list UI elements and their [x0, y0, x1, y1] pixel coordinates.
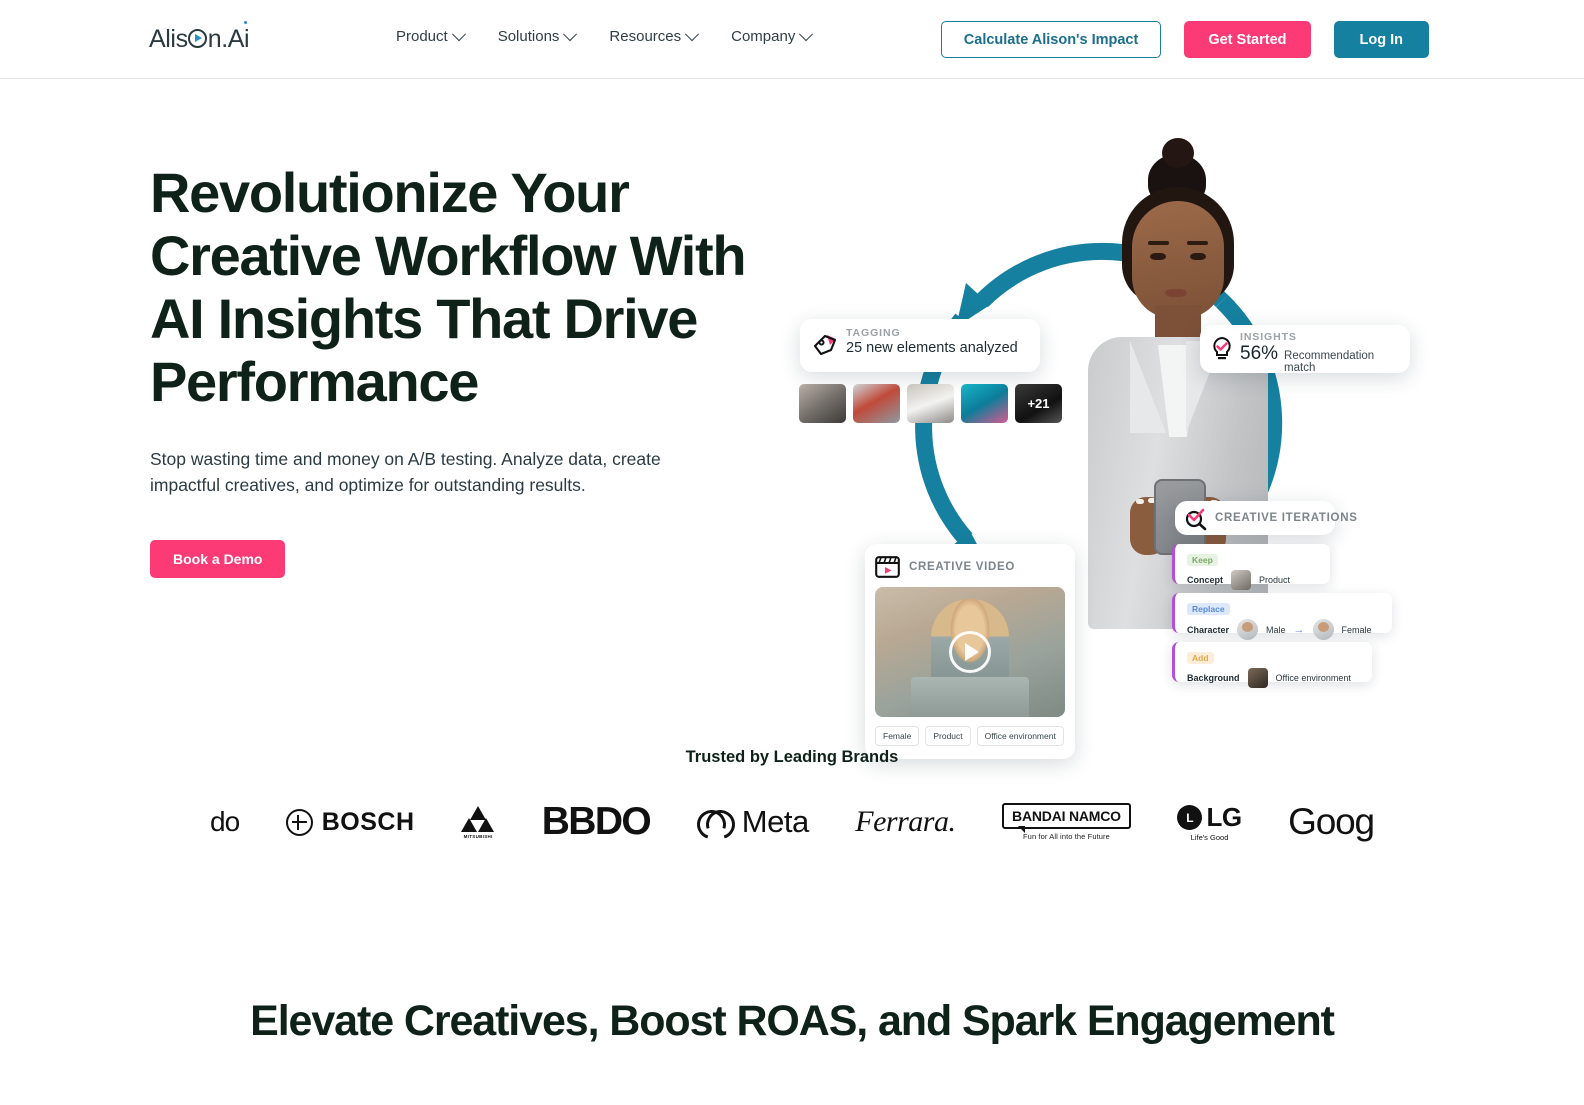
- laptop: [911, 677, 1029, 717]
- brand-tagline: Fun for All into the Future: [1023, 832, 1110, 841]
- tagging-value: 25 new elements analyzed: [846, 340, 1018, 356]
- iteration-to: Female: [1341, 624, 1372, 635]
- brand-label: BOSCH: [321, 807, 415, 836]
- hero-subtitle: Stop wasting time and money on A/B testi…: [150, 449, 661, 495]
- logo-text-pre: Alis: [149, 25, 188, 53]
- iteration-key: Character: [1187, 624, 1230, 635]
- brand-logo-ferrara: Ferrara.: [855, 805, 956, 838]
- tagging-card: TAGGING 25 new elements analyzed: [800, 319, 1040, 372]
- brands-section: Trusted by Leading Brands do BOSCH MITSU…: [0, 739, 1584, 889]
- tagged-thumbnails: +21: [799, 384, 1062, 423]
- iteration-from: Male: [1266, 624, 1286, 635]
- chevron-down-icon: [451, 26, 466, 41]
- iteration-row: Add Background Office environment: [1172, 642, 1372, 688]
- brand-logo-bandai-namco: BANDAI NAMCO Fun for All into the Future: [1002, 803, 1131, 841]
- bosch-mark-icon: [285, 808, 313, 836]
- brand-logo-meta: Meta: [697, 804, 809, 840]
- thumbnail[interactable]: [853, 384, 900, 423]
- magnifier-check-icon: [1185, 508, 1207, 531]
- nav-item-resources[interactable]: Resources: [609, 26, 700, 45]
- iteration-badge: Replace: [1187, 603, 1230, 615]
- thumbnail[interactable]: [961, 384, 1008, 423]
- logo-text-post: n.Ai: [207, 25, 250, 53]
- brand-logo-bbdo: BBDO: [541, 800, 652, 843]
- nav-label: Resources: [609, 28, 682, 45]
- play-circle-icon: [188, 29, 208, 48]
- brand-logo-lg: L LG Life's Good: [1177, 802, 1242, 842]
- thumbnail-overflow[interactable]: +21: [1015, 384, 1062, 423]
- brand-tagline: Life's Good: [1190, 833, 1229, 842]
- chevron-down-icon: [799, 26, 814, 41]
- play-icon[interactable]: [949, 631, 991, 673]
- creative-video-label: CREATIVE VIDEO: [909, 561, 1016, 573]
- iteration-badge: Add: [1187, 652, 1214, 664]
- arrow-right-icon: →: [1293, 623, 1305, 636]
- avatar: [1237, 619, 1259, 640]
- logo-accent-dot: [244, 21, 248, 25]
- face: [1132, 201, 1224, 319]
- iteration-thumbnail: [1231, 570, 1251, 590]
- iteration-row: Replace Character Male → Female: [1172, 593, 1392, 640]
- brand-logo-row: do BOSCH MITSUBISHI BBDO Meta Ferrara. B…: [0, 787, 1584, 857]
- iteration-key: Background: [1187, 673, 1240, 683]
- lapel-left: [1130, 341, 1166, 433]
- log-in-button[interactable]: Log In: [1333, 21, 1429, 58]
- clapperboard-icon: [875, 556, 900, 578]
- brands-title: Trusted by Leading Brands: [685, 748, 899, 766]
- chevron-down-icon: [685, 26, 700, 41]
- nav-item-company[interactable]: Company: [731, 26, 814, 45]
- insights-text: Recommendation match: [1284, 350, 1375, 374]
- page-title: Revolutionize Your Creative Workflow Wit…: [150, 161, 747, 413]
- thumbnail[interactable]: [907, 384, 954, 423]
- chevron-down-icon: [563, 26, 578, 41]
- lips: [1165, 289, 1187, 297]
- meta-infinity-icon: [697, 810, 735, 834]
- lightbulb-check-icon: [1213, 336, 1231, 360]
- tagging-label: TAGGING: [846, 327, 901, 339]
- creative-iterations-card: CREATIVE ITERATIONS: [1175, 501, 1357, 535]
- nav-label: Company: [731, 28, 796, 45]
- book-a-demo-button[interactable]: Book a Demo: [150, 540, 286, 578]
- thumbnail-overflow-count: +21: [1027, 396, 1050, 411]
- nav-item-solutions[interactable]: Solutions: [497, 26, 578, 45]
- iteration-thumbnail: [1247, 668, 1268, 688]
- mitsubishi-mark-icon: [461, 805, 495, 832]
- nav-item-product[interactable]: Product: [396, 26, 466, 45]
- header-actions: Calculate Alison's Impact Get Started Lo…: [940, 21, 1429, 58]
- insights-label: INSIGHTS: [1240, 331, 1297, 343]
- video-thumbnail[interactable]: [875, 587, 1065, 717]
- iteration-badge: Keep: [1187, 554, 1218, 566]
- insights-card: INSIGHTS 56% Recommendation match: [1200, 325, 1410, 374]
- tag-icon: [813, 334, 837, 356]
- lg-mark-icon: L: [1177, 805, 1203, 830]
- site-header: Alis n.Ai Product Solutions Resources Co…: [0, 0, 1584, 79]
- hero-section: Revolutionize Your Creative Workflow Wit…: [0, 79, 1584, 759]
- insights-percent: 56%: [1240, 343, 1279, 364]
- brand-logo-google: Goog: [1288, 801, 1375, 842]
- brand-logo-bosch: BOSCH: [285, 807, 415, 837]
- thumbnail[interactable]: [799, 384, 846, 423]
- get-started-button[interactable]: Get Started: [1184, 21, 1311, 58]
- creative-iterations-label: CREATIVE ITERATIONS: [1215, 512, 1358, 524]
- nav-label: Product: [396, 28, 448, 45]
- logo[interactable]: Alis n.Ai: [149, 21, 250, 54]
- iteration-key: Concept: [1187, 575, 1223, 585]
- iteration-value: Office environment: [1275, 673, 1351, 683]
- brand-label: LG: [1206, 802, 1242, 832]
- brand-label: BANDAI NAMCO: [1002, 803, 1131, 833]
- main-nav: Product Solutions Resources Company: [396, 26, 814, 45]
- brand-label: Meta: [741, 804, 809, 839]
- hero-copy: Revolutionize Your Creative Workflow Wit…: [150, 161, 750, 578]
- brand-label: MITSUBISHI: [463, 833, 493, 839]
- calculate-impact-button[interactable]: Calculate Alison's Impact: [940, 21, 1162, 58]
- iteration-row: Keep Concept Product: [1172, 544, 1330, 590]
- brand-logo-mitsubishi: MITSUBISHI: [461, 805, 495, 839]
- creative-video-card: CREATIVE VIDEO Female Product Office env…: [865, 544, 1075, 759]
- nav-label: Solutions: [497, 28, 560, 45]
- avatar: [1312, 619, 1334, 640]
- iteration-value: Product: [1259, 575, 1291, 585]
- section-headline: Elevate Creatives, Boost ROAS, and Spark…: [250, 997, 1335, 1045]
- brand-logo-udo: do: [210, 806, 240, 837]
- hero-illustration: TAGGING 25 new elements analyzed +21 INS…: [780, 138, 1440, 759]
